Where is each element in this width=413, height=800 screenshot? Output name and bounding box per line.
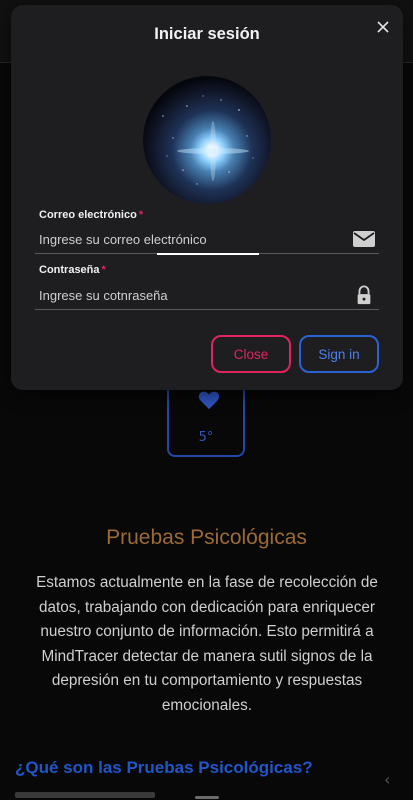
password-label: Contraseña *: [39, 264, 106, 276]
password-field[interactable]: [39, 283, 339, 307]
email-label: Correo electrónico *: [39, 209, 144, 221]
chevron-left-icon[interactable]: ‹: [384, 770, 390, 789]
galaxy-avatar-image: [143, 76, 271, 204]
lock-icon: [357, 285, 371, 305]
section-description: Estamos actualmente en la fase de recole…: [36, 574, 378, 714]
email-focus-indicator: [157, 253, 259, 255]
close-icon[interactable]: [371, 15, 395, 39]
section-title: Pruebas Psicológicas: [106, 526, 307, 549]
home-indicator: [195, 796, 219, 799]
heart-icon: [198, 391, 220, 410]
sign-in-button[interactable]: Sign in: [299, 335, 379, 373]
email-field[interactable]: [39, 227, 339, 251]
faq-text-peek: [15, 782, 175, 800]
heart-rate-value: 5°: [198, 430, 214, 445]
password-field-wrapper: [35, 283, 379, 310]
login-modal: Iniciar sesión Correo electrónico* Contr…: [11, 5, 403, 390]
close-button[interactable]: Close: [211, 335, 291, 373]
faq-heading[interactable]: ¿Qué son las Pruebas Psicológicas?: [15, 758, 313, 778]
envelope-icon: [353, 231, 375, 247]
email-field-wrapper: [35, 227, 379, 255]
modal-title: Iniciar sesión: [154, 25, 260, 43]
